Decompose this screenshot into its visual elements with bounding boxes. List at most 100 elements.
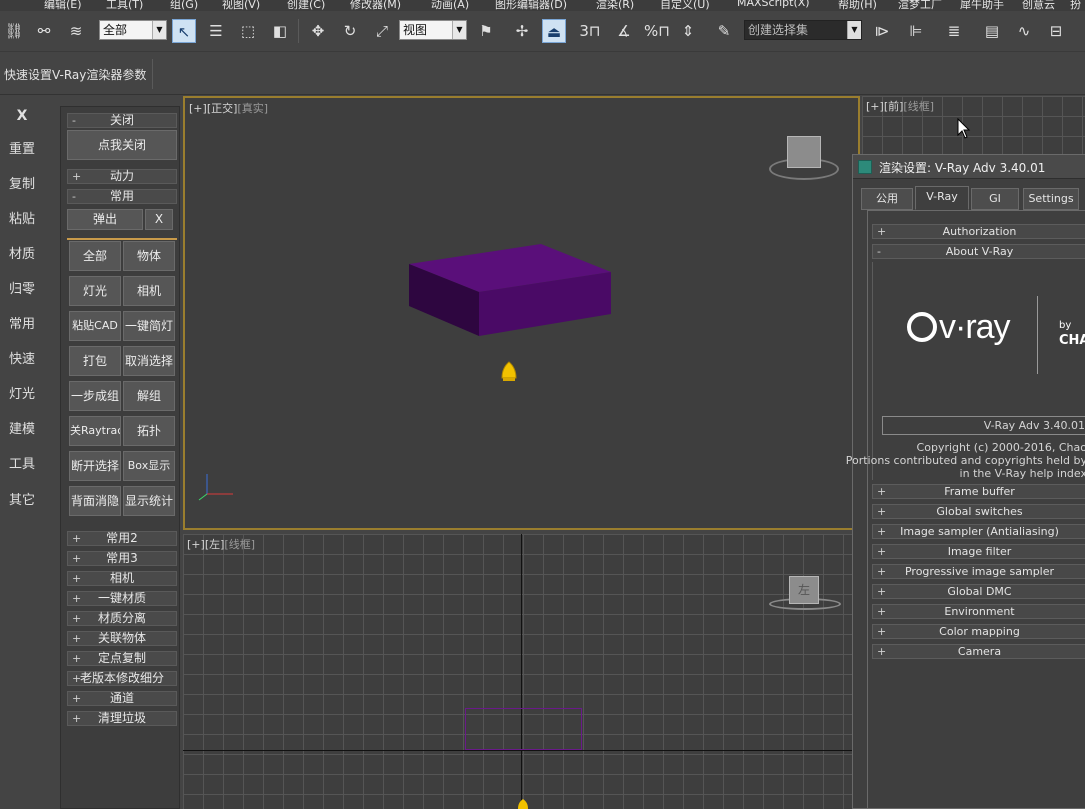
window-crossing-icon[interactable]: ◧ bbox=[268, 19, 292, 43]
menu-item[interactable]: 修改器(M) bbox=[350, 0, 401, 11]
vray-rollout[interactable]: + Image filter bbox=[872, 544, 1085, 559]
tab-1[interactable]: V-Ray bbox=[915, 186, 969, 210]
rollout-header[interactable]: + 一键材质 bbox=[67, 591, 177, 606]
menu-item[interactable]: 渲梦工厂 bbox=[898, 0, 942, 11]
menu-item[interactable]: 工具(T) bbox=[106, 0, 143, 11]
panel-tool-button[interactable]: 断开选择 bbox=[69, 451, 121, 481]
rollout-header[interactable]: + 常用2 bbox=[67, 531, 177, 546]
align-icon[interactable]: ⊫ bbox=[904, 19, 928, 43]
strip-item[interactable]: 常用 bbox=[0, 313, 44, 332]
strip-item[interactable]: 其它 bbox=[0, 489, 44, 508]
tab-0[interactable]: 公用 bbox=[861, 188, 913, 210]
menu-item[interactable]: 创建(C) bbox=[287, 0, 325, 11]
menu-item[interactable]: 创意云 bbox=[1022, 0, 1055, 11]
popup-button[interactable]: 弹出 bbox=[67, 209, 143, 230]
vray-rollout[interactable]: + Frame buffer bbox=[872, 484, 1085, 499]
strip-item[interactable]: 粘贴 bbox=[0, 208, 44, 227]
angle-snap-icon[interactable]: ∡ bbox=[612, 19, 636, 43]
popup-close-button[interactable]: X bbox=[145, 209, 173, 230]
named-selection-dropdown[interactable]: 创建选择集 ▼ bbox=[744, 20, 862, 40]
rollout-authorization[interactable]: + Authorization bbox=[872, 224, 1085, 239]
rollout-common-header[interactable]: - 常用 bbox=[67, 189, 177, 204]
rollout-power-header[interactable]: + 动力 bbox=[67, 169, 177, 184]
viewport-label[interactable]: [+][左][线框] bbox=[187, 536, 255, 552]
panel-tool-button[interactable]: 取消选择 bbox=[123, 346, 175, 376]
rollout-header[interactable]: + 清理垃圾 bbox=[67, 711, 177, 726]
menu-item[interactable]: 组(G) bbox=[170, 0, 198, 11]
panel-tool-button[interactable]: 相机 bbox=[123, 276, 175, 306]
select-by-name-icon[interactable]: ☰ bbox=[204, 19, 228, 43]
menu-item[interactable]: 犀牛助手 bbox=[960, 0, 1004, 11]
scale-icon[interactable]: ⤢ bbox=[370, 19, 394, 43]
light-object-icon[interactable] bbox=[516, 798, 530, 809]
viewport-menu-bracket[interactable]: [+] bbox=[189, 102, 207, 115]
panel-tool-button[interactable]: 解组 bbox=[123, 381, 175, 411]
reference-coordinate-dropdown[interactable]: 视图 ▼ bbox=[399, 20, 467, 40]
box-object-wireframe[interactable] bbox=[465, 708, 582, 750]
strip-close-button[interactable]: X bbox=[0, 108, 44, 124]
panel-tool-button[interactable]: 全部 bbox=[69, 241, 121, 271]
menu-item[interactable]: 视图(V) bbox=[222, 0, 260, 11]
layer-manager-icon[interactable]: ≣ bbox=[942, 19, 966, 43]
viewport-view-label[interactable]: [左] bbox=[205, 538, 225, 551]
viewport-label[interactable]: [+][前][线框] bbox=[866, 98, 934, 114]
rollout-close-header[interactable]: - 关闭 bbox=[67, 113, 177, 128]
vray-rollout[interactable]: + Image sampler (Antialiasing) bbox=[872, 524, 1085, 539]
panel-tool-button[interactable]: 拓扑 bbox=[123, 416, 175, 446]
rollout-header[interactable]: + 相机 bbox=[67, 571, 177, 586]
panel-tool-button[interactable]: 关Raytrace bbox=[69, 416, 121, 446]
menu-item[interactable]: 渲染(R) bbox=[596, 0, 634, 11]
panel-tool-button[interactable]: 粘贴CAD bbox=[69, 311, 121, 341]
menu-item[interactable]: 自定义(U) bbox=[660, 0, 710, 11]
panel-tool-button[interactable]: 灯光 bbox=[69, 276, 121, 306]
strip-item[interactable]: 工具 bbox=[0, 453, 44, 472]
rollout-about-vray[interactable]: - About V-Ray bbox=[872, 244, 1085, 259]
vray-rollout[interactable]: + Progressive image sampler bbox=[872, 564, 1085, 579]
rotate-icon[interactable]: ↻ bbox=[338, 19, 362, 43]
vray-rollout[interactable]: + Camera bbox=[872, 644, 1085, 659]
scene-explorer-icon[interactable]: ▤ bbox=[980, 19, 1004, 43]
tab-2[interactable]: GI bbox=[971, 188, 1019, 210]
select-manipulate-icon[interactable]: ✢ bbox=[510, 19, 534, 43]
schematic-view-icon[interactable]: ⊟ bbox=[1044, 19, 1068, 43]
link-icon[interactable]: ⛓ bbox=[2, 19, 26, 43]
tab-3[interactable]: Settings bbox=[1023, 188, 1079, 210]
rollout-header[interactable]: + 老版本修改细分 bbox=[67, 671, 177, 686]
rollout-header[interactable]: + 定点复制 bbox=[67, 651, 177, 666]
snap-toggle-icon[interactable]: 3⊓ bbox=[578, 19, 602, 43]
panel-tool-button[interactable]: 背面消隐 bbox=[69, 486, 121, 516]
vray-rollout[interactable]: + Global DMC bbox=[872, 584, 1085, 599]
rollout-header[interactable]: + 关联物体 bbox=[67, 631, 177, 646]
vray-rollout[interactable]: + Global switches bbox=[872, 504, 1085, 519]
menu-item[interactable]: 编辑(E) bbox=[44, 0, 82, 11]
viewport-view-label[interactable]: [前] bbox=[884, 100, 904, 113]
move-icon[interactable]: ✥ bbox=[306, 19, 330, 43]
rollout-header[interactable]: + 通道 bbox=[67, 691, 177, 706]
strip-item[interactable]: 归零 bbox=[0, 278, 44, 297]
panel-tool-button[interactable]: 物体 bbox=[123, 241, 175, 271]
mirror-icon[interactable]: ⧐ bbox=[870, 19, 894, 43]
rollout-header[interactable]: + 材质分离 bbox=[67, 611, 177, 626]
spinner-snap-icon[interactable]: ⇕ bbox=[676, 19, 700, 43]
box-object[interactable] bbox=[405, 244, 615, 342]
menu-item[interactable]: 扮 bbox=[1070, 0, 1081, 11]
menu-item[interactable]: 帮助(H) bbox=[838, 0, 877, 11]
strip-item[interactable]: 复制 bbox=[0, 173, 44, 192]
strip-item[interactable]: 灯光 bbox=[0, 383, 44, 402]
viewport-menu-bracket[interactable]: [+] bbox=[187, 538, 205, 551]
viewport-shading-label[interactable]: [线框] bbox=[224, 538, 255, 551]
viewport-view-label[interactable]: [正交] bbox=[207, 102, 238, 115]
menu-item[interactable]: 动画(A) bbox=[431, 0, 469, 11]
strip-item[interactable]: 快速 bbox=[0, 348, 44, 367]
viewport-shading-label[interactable]: [线框] bbox=[903, 100, 934, 113]
viewcube-icon[interactable] bbox=[787, 136, 821, 168]
bind-spacewarp-icon[interactable]: ≋ bbox=[64, 19, 88, 43]
window-titlebar[interactable]: 渲染设置: V-Ray Adv 3.40.01 bbox=[853, 155, 1085, 179]
vray-rollout[interactable]: + Color mapping bbox=[872, 624, 1085, 639]
menu-item[interactable]: 图形编辑器(D) bbox=[495, 0, 567, 11]
viewport-label[interactable]: [+][正交][真实] bbox=[189, 100, 268, 116]
panel-tool-button[interactable]: Box显示 bbox=[123, 451, 175, 481]
panel-tool-button[interactable]: 一键简灯 bbox=[123, 311, 175, 341]
ribbon-label[interactable]: 快速设置V-Ray渲染器参数 bbox=[4, 66, 146, 83]
rectangular-region-icon[interactable]: ⬚ bbox=[236, 19, 260, 43]
